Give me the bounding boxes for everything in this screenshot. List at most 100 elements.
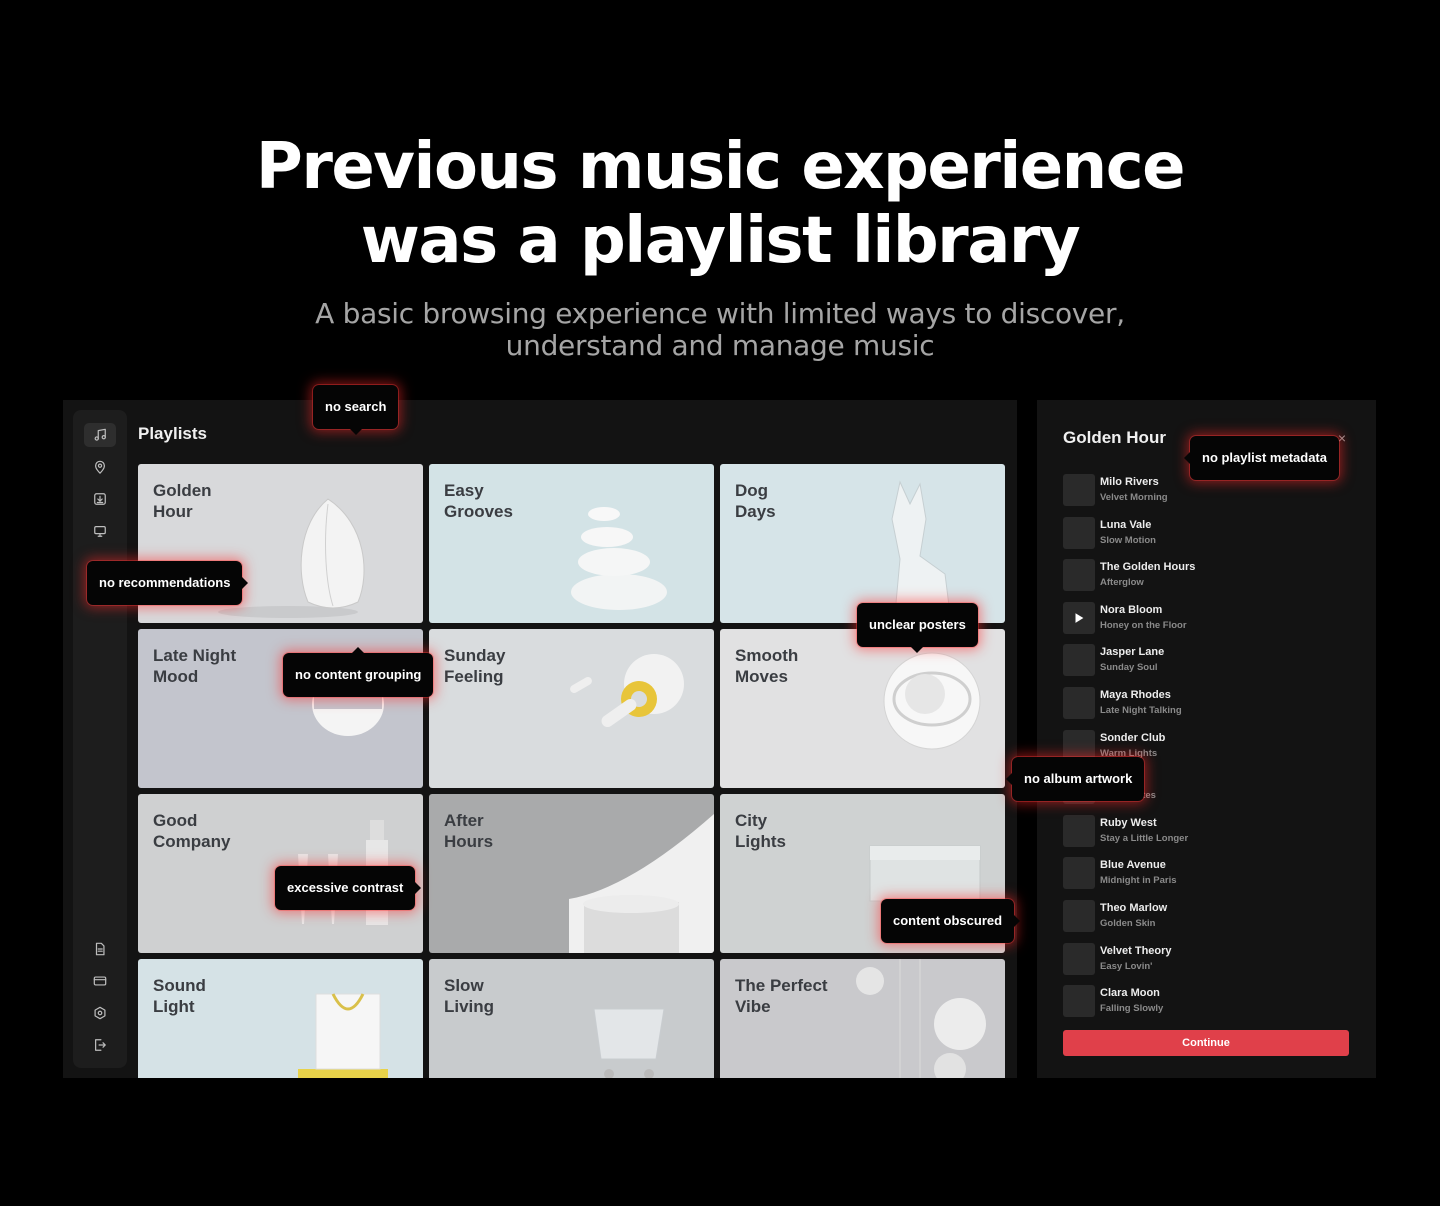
close-icon[interactable]: × bbox=[1338, 430, 1346, 446]
nav-location-button[interactable] bbox=[84, 455, 116, 479]
location-pin-icon bbox=[95, 460, 105, 474]
music-note-icon bbox=[94, 428, 106, 441]
playlist-card[interactable]: The Perfect Vibe bbox=[720, 959, 1005, 1078]
playlist-card-label: City Lights bbox=[735, 811, 786, 851]
track-artist: Jasper Lane bbox=[1100, 646, 1165, 659]
track-artist: Maya Rhodes bbox=[1100, 689, 1171, 701]
track-row[interactable]: Luna Vale Slow Motion bbox=[1063, 515, 1353, 549]
page-title: Playlists bbox=[138, 424, 207, 443]
track-thumbnail bbox=[1063, 857, 1095, 890]
track-row[interactable]: Jasper Lane Sunday Soul bbox=[1063, 642, 1353, 677]
track-artist: Velvet Theory bbox=[1100, 944, 1172, 957]
playlist-card-label: Smooth Moves bbox=[735, 646, 799, 686]
annotation-content-obscured: content obscured bbox=[881, 899, 1021, 943]
playlist-card-label: Late Night Mood bbox=[153, 646, 237, 686]
playlist-card[interactable]: Easy Grooves bbox=[429, 464, 714, 623]
playlist-card-label: Dog Days bbox=[735, 481, 776, 521]
playlist-card[interactable]: Smooth Moves bbox=[720, 629, 1005, 788]
track-artist: Nora Bloom bbox=[1100, 603, 1163, 616]
track-title: Sunday Soul bbox=[1100, 662, 1158, 674]
track-title: Stay a Little Longer bbox=[1100, 832, 1189, 844]
track-thumbnail bbox=[1063, 985, 1095, 1018]
hero-title-line-2: was a playlist library bbox=[360, 204, 1081, 278]
app-window: Playlists Golden Hour Easy Grooves Dog Day… bbox=[63, 400, 1017, 1078]
track-thumbnail bbox=[1063, 516, 1095, 549]
annotation-excessive-contrast: excessive contrast bbox=[275, 866, 422, 910]
play-button[interactable] bbox=[1063, 601, 1095, 634]
annotation-no-recommendations: no recommendations bbox=[87, 561, 249, 605]
playlist-card-label: Sound Light bbox=[153, 976, 206, 1016]
nav-document-button[interactable] bbox=[84, 937, 116, 961]
playlist-card-label: Good Company bbox=[153, 811, 231, 851]
playlist-card-label: Easy Grooves bbox=[444, 481, 513, 521]
nav-logout-button[interactable] bbox=[84, 1033, 116, 1057]
settings-icon bbox=[94, 1006, 106, 1020]
credit-card-icon bbox=[93, 976, 107, 986]
hero-subtitle-line-2: understand and manage music bbox=[505, 329, 935, 362]
annotation-no-content-grouping: no content grouping bbox=[283, 647, 434, 697]
track-row[interactable]: Blue Avenue Midnight in Paris bbox=[1063, 855, 1353, 890]
playlist-card-label: Golden Hour bbox=[153, 481, 212, 521]
hero-title: Previous music experience was a playlist… bbox=[0, 130, 1440, 278]
track-title: Late Night Talking bbox=[1100, 705, 1182, 716]
track-title: Slow Motion bbox=[1100, 534, 1156, 546]
track-row[interactable]: Nora Bloom Honey on the Floor bbox=[1063, 600, 1353, 634]
nav-settings-button[interactable] bbox=[84, 1001, 116, 1025]
continue-button[interactable]: Continue bbox=[1063, 1030, 1349, 1056]
track-artist: Ruby West bbox=[1100, 816, 1157, 829]
track-title: Afterglow bbox=[1100, 577, 1144, 589]
hero-subtitle-line-1: A basic browsing experience with limited… bbox=[315, 297, 1125, 330]
track-thumbnail bbox=[1063, 644, 1095, 677]
track-row[interactable]: Clara Moon Falling Slowly bbox=[1063, 983, 1353, 1018]
annotation-no-search: no search bbox=[313, 385, 399, 435]
track-row[interactable]: Maya Rhodes Late Night Talking bbox=[1063, 685, 1353, 719]
playlist-panel: Golden Hour × Milo Rivers Velvet Morning L… bbox=[1037, 400, 1376, 1078]
track-title: Golden Skin bbox=[1100, 918, 1156, 929]
nav-billing-button[interactable] bbox=[84, 969, 116, 993]
track-thumbnail bbox=[1063, 474, 1095, 506]
track-row[interactable]: The Golden Hours Afterglow bbox=[1063, 557, 1353, 592]
monitor-icon bbox=[94, 526, 106, 537]
track-thumbnail bbox=[1063, 942, 1095, 975]
playlist-card[interactable]: After Hours bbox=[429, 794, 714, 953]
hero-title-line-1: Previous music experience bbox=[255, 130, 1186, 204]
sidebar bbox=[73, 410, 127, 1068]
track-title: Easy Lovin' bbox=[1100, 960, 1153, 972]
nav-download-button[interactable] bbox=[84, 487, 116, 511]
track-row[interactable]: Velvet Theory Easy Lovin' bbox=[1063, 941, 1353, 975]
playlist-grid: Golden Hour Easy Grooves Dog Days Late Nigh… bbox=[138, 464, 1006, 1078]
track-artist: Luna Vale bbox=[1100, 518, 1152, 531]
playlist-card[interactable]: Slow Living bbox=[429, 959, 714, 1078]
playlist-card-label: Slow Living bbox=[444, 976, 495, 1016]
track-artist: Theo Marlow bbox=[1100, 902, 1168, 914]
annotation-unclear-posters: unclear posters bbox=[857, 603, 978, 653]
track-title: Midnight in Paris bbox=[1100, 875, 1177, 887]
playlist-card[interactable]: Sound Light bbox=[138, 959, 423, 1078]
logout-icon bbox=[95, 1039, 106, 1051]
track-thumbnail bbox=[1063, 687, 1095, 719]
document-icon bbox=[95, 942, 105, 956]
playlist-card[interactable]: Sunday Feeling bbox=[429, 629, 714, 788]
track-artist: Blue Avenue bbox=[1100, 859, 1166, 872]
annotation-no-metadata: no playlist metadata bbox=[1184, 436, 1339, 480]
track-title: Honey on the Floor bbox=[1100, 619, 1187, 631]
annotation-no-album-artwork: no album artwork bbox=[1005, 757, 1145, 801]
track-artist: Milo Rivers bbox=[1100, 476, 1159, 488]
playlist-card-label: Sunday Feeling bbox=[444, 646, 506, 686]
hero-subtitle: A basic browsing experience with limited… bbox=[0, 298, 1440, 362]
track-row[interactable]: Theo Marlow Golden Skin bbox=[1063, 898, 1353, 932]
playlist-card[interactable]: Dog Days bbox=[720, 464, 1005, 623]
track-thumbnail bbox=[1063, 814, 1095, 847]
track-artist: Sonder Club bbox=[1100, 731, 1166, 744]
track-artist: The Golden Hours bbox=[1100, 561, 1196, 574]
track-thumbnail bbox=[1063, 559, 1095, 592]
track-artist: Clara Moon bbox=[1100, 987, 1160, 1000]
play-icon bbox=[1075, 612, 1084, 623]
nav-music-button[interactable] bbox=[84, 423, 116, 447]
download-icon bbox=[94, 493, 106, 505]
nav-monitor-button[interactable] bbox=[84, 519, 116, 543]
track-title: Falling Slowly bbox=[1100, 1003, 1164, 1015]
playlist-card-label: The Perfect Vibe bbox=[735, 976, 828, 1016]
track-row[interactable]: Ruby West Stay a Little Longer bbox=[1063, 813, 1353, 847]
track-title: Velvet Morning bbox=[1100, 492, 1168, 503]
